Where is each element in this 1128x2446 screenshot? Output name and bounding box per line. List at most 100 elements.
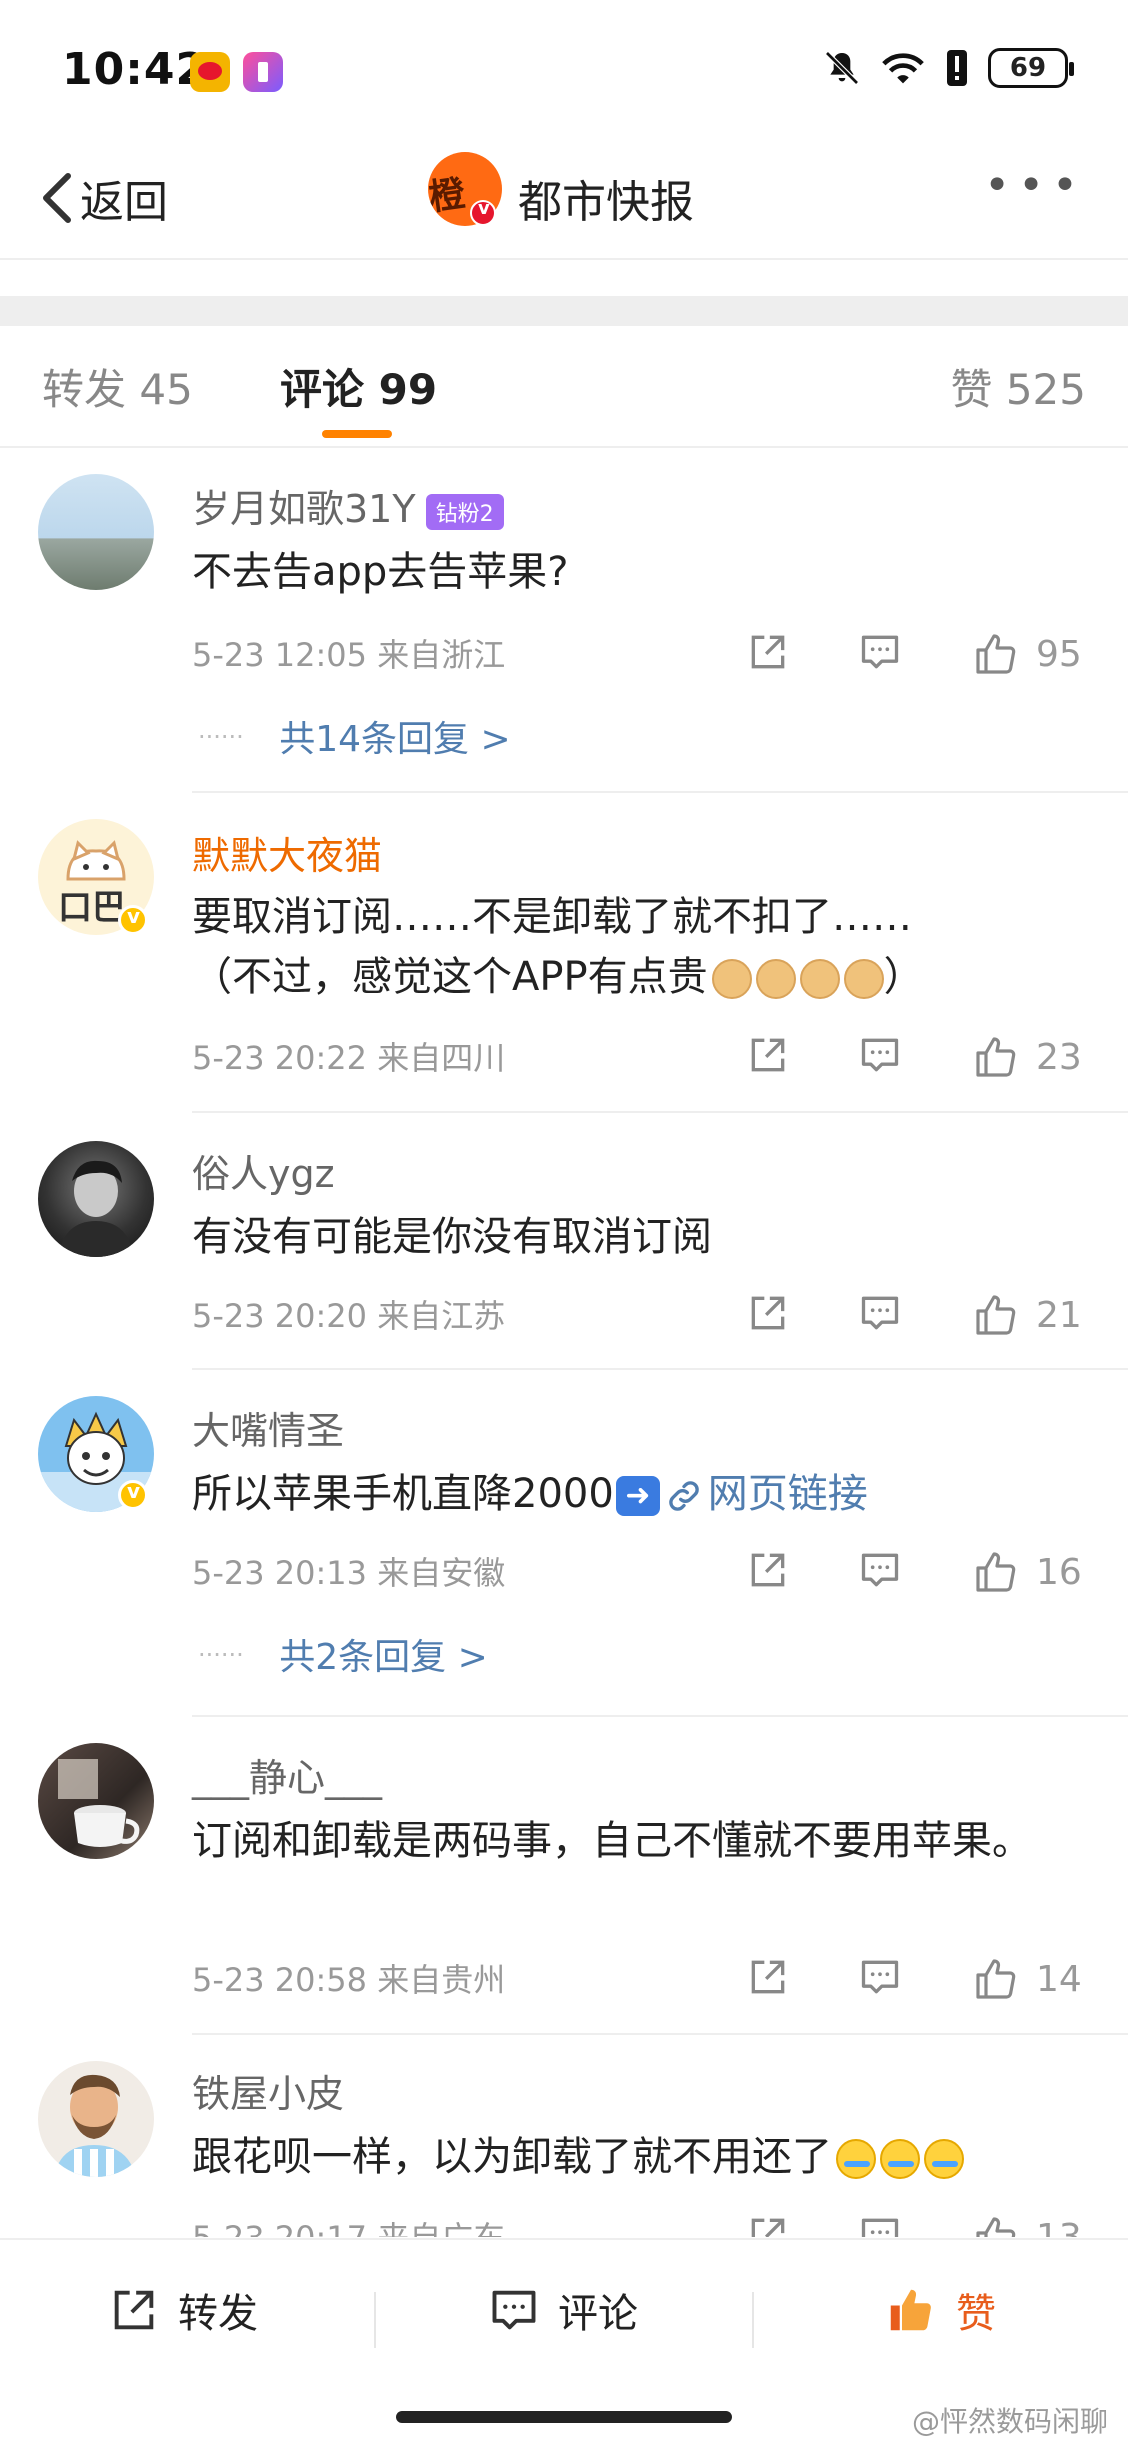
- share-icon: [751, 1553, 785, 1587]
- comment-button[interactable]: 评论: [488, 2240, 638, 2380]
- comment-author[interactable]: ___静心___: [192, 1747, 382, 1802]
- comment-text: 所以苹果手机直降2000 ➜ 网页链接: [192, 1464, 1072, 1524]
- comment-meta: 5-23 20:13 来自安徽: [192, 1554, 506, 1592]
- share-icon: [751, 1038, 785, 1072]
- alert-signal-icon: [947, 50, 967, 86]
- arrow-right-emoji-icon: ➜: [615, 1476, 660, 1516]
- repost-button[interactable]: 转发: [108, 2240, 258, 2380]
- share-button[interactable]: [746, 2213, 790, 2237]
- comment-icon: [492, 2290, 536, 2330]
- share-button[interactable]: [746, 1291, 790, 1335]
- coffee-cup-avatar-icon: [58, 1759, 140, 1847]
- comment-text: 不去告app去告苹果?: [192, 549, 569, 595]
- comment-actions: 14: [746, 1955, 1086, 2005]
- person-avatar-icon: [58, 1160, 134, 1257]
- like-button[interactable]: 95: [972, 630, 1082, 678]
- like-count: 21: [1036, 1294, 1082, 1336]
- comment-actions: 13: [746, 2213, 1086, 2237]
- more-options-button[interactable]: •••: [984, 160, 1086, 211]
- avatar[interactable]: [38, 1743, 154, 1859]
- comment-divider: [192, 791, 1128, 793]
- like-button[interactable]: 13: [972, 2213, 1082, 2237]
- replies-dots: ······: [198, 1641, 244, 1669]
- reply-button[interactable]: [858, 1291, 902, 1335]
- avatar[interactable]: [38, 1141, 154, 1257]
- tab-reposts[interactable]: 转发 45: [42, 356, 193, 417]
- like-button[interactable]: 23: [972, 1033, 1082, 1081]
- like-count: 95: [1036, 633, 1082, 675]
- comment-meta: 5-23 20:58 来自贵州: [192, 1961, 506, 1999]
- comment-text: 要取消订阅……不是卸载了就不扣了…… （不过，感觉这个APP有点贵 ）: [192, 887, 1072, 1007]
- web-link-label: 网页链接: [707, 1471, 868, 1517]
- thumbs-up-filled-icon: [890, 2289, 931, 2331]
- like-button[interactable]: 14: [972, 1955, 1082, 2003]
- reply-button[interactable]: [858, 2213, 902, 2237]
- web-link[interactable]: 网页链接: [660, 1471, 868, 1517]
- footballer-avatar-icon: [54, 2074, 136, 2177]
- home-indicator[interactable]: [396, 2411, 732, 2423]
- battery-indicator: 69: [988, 48, 1074, 88]
- doge-emoji-icon: [843, 959, 884, 999]
- share-button[interactable]: [746, 1955, 790, 1999]
- comment-item: 大嘴情圣 所以苹果手机直降2000➜ 网页链接 5-23 20:13 来自安徽 1…: [0, 1372, 1128, 1717]
- comment-text: 订阅和卸载是两码事，自己不懂就不要用苹果。: [192, 1818, 1032, 1864]
- share-icon: [751, 1960, 785, 1994]
- like-count: 23: [1036, 1036, 1082, 1078]
- tab-comments[interactable]: 评论 99: [280, 356, 437, 417]
- back-button[interactable]: 返回: [40, 166, 168, 230]
- comment-item: 岁月如歌31Y 钻粉2 不去告app去告苹果? 5-23 12:05 来自浙江 9…: [0, 448, 1128, 793]
- repost-label: 转发: [178, 2291, 258, 2337]
- avatar[interactable]: [38, 474, 154, 590]
- crying-laugh-emoji-icon: [880, 2139, 920, 2179]
- like-count: 16: [1036, 1551, 1082, 1593]
- doge-emoji-icon: [755, 959, 796, 999]
- crying-laugh-emoji-icon: [924, 2139, 964, 2179]
- comment-item: 铁屋小皮 跟花呗一样，以为卸载了就不用还了 5-23 20:17 来自广东 13: [0, 2037, 1128, 2237]
- header-divider: [0, 258, 1128, 260]
- avatar[interactable]: [38, 2061, 154, 2177]
- view-replies-link[interactable]: ······ 共14条回复 >: [198, 710, 511, 762]
- comment-text-fragment: （不过，感觉这个APP有点贵: [192, 954, 708, 1000]
- view-replies-link[interactable]: ······ 共2条回复 >: [198, 1628, 488, 1680]
- thumbs-up-icon: [976, 1552, 1016, 1592]
- comment-author[interactable]: 铁屋小皮: [192, 2063, 344, 2118]
- section-separator: [0, 296, 1128, 326]
- like-post-button[interactable]: 赞: [884, 2240, 996, 2380]
- fan-badge: 钻粉2: [425, 493, 504, 530]
- bar-separator: [752, 2292, 754, 2348]
- interaction-tabs: 转发 45 评论 99 赞 525: [0, 326, 1128, 446]
- author-name: 岁月如歌31Y: [192, 487, 416, 531]
- back-label: 返回: [80, 177, 168, 228]
- reply-button[interactable]: [858, 630, 902, 674]
- comment-author[interactable]: 俗人ygz: [192, 1143, 335, 1198]
- comment-icon: [861, 635, 899, 669]
- comment-icon: [861, 1960, 899, 1994]
- comment-author[interactable]: 默默大夜猫: [192, 825, 382, 880]
- comment-text-fragment: 所以苹果手机直降2000: [192, 1471, 614, 1517]
- wifi-icon: [882, 53, 924, 84]
- reply-button[interactable]: [858, 1548, 902, 1592]
- comment-author[interactable]: 岁月如歌31Y 钻粉2: [192, 478, 504, 533]
- mute-bell-icon: [825, 51, 859, 85]
- like-button[interactable]: 16: [972, 1548, 1082, 1596]
- comment-actions: 21: [746, 1291, 1086, 1341]
- comment-divider: [192, 1111, 1128, 1113]
- replies-dots: ······: [198, 723, 244, 751]
- comment-meta: 5-23 12:05 来自浙江: [192, 636, 506, 674]
- replies-count: 共2条回复 >: [279, 1637, 488, 1678]
- status-bar: 10:42 69: [0, 0, 1128, 140]
- share-button[interactable]: [746, 1548, 790, 1592]
- like-button[interactable]: 21: [972, 1291, 1082, 1339]
- doge-emoji-icon: [799, 959, 840, 999]
- reply-button[interactable]: [858, 1033, 902, 1077]
- tab-likes[interactable]: 赞 525: [950, 356, 1086, 417]
- share-button[interactable]: [746, 1033, 790, 1077]
- account-name[interactable]: 都市快报: [518, 166, 694, 230]
- thumbs-up-icon: [976, 1959, 1016, 1999]
- thumbs-up-icon: [976, 1037, 1016, 1077]
- share-button[interactable]: [746, 630, 790, 674]
- active-tab-indicator: [322, 430, 392, 438]
- reply-button[interactable]: [858, 1955, 902, 1999]
- comment-author[interactable]: 大嘴情圣: [192, 1400, 344, 1455]
- comment-actions: 23: [746, 1033, 1086, 1083]
